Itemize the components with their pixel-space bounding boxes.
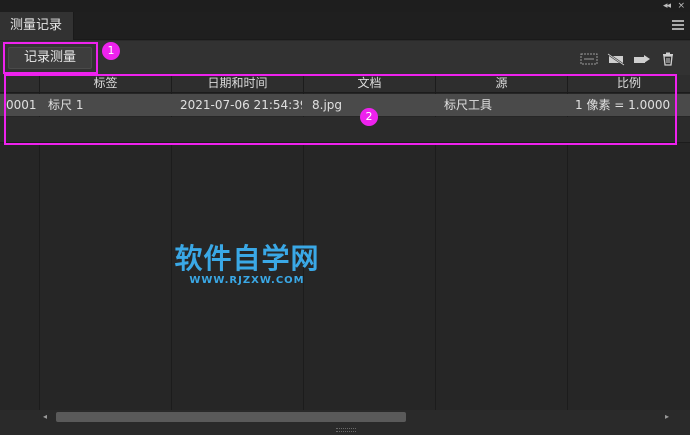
scroll-right-icon[interactable]: ▸ [665,410,669,424]
horizontal-scrollbar[interactable]: ◂ ▸ [40,410,672,424]
clear-measurements-icon[interactable] [607,52,625,66]
callout-badge-1: 1 [102,42,120,60]
panel-menu-icon[interactable] [672,20,684,30]
resize-grip-icon[interactable] [336,428,356,432]
select-columns-icon[interactable] [580,52,598,66]
close-panel-icon[interactable]: × [677,0,685,12]
callout-badge-2: 2 [360,108,378,126]
panel-top-strip: ◂◂ × [0,0,690,12]
export-measurements-icon[interactable] [633,52,651,66]
scroll-left-icon[interactable]: ◂ [43,410,47,424]
watermark-url: WWW.RJZXW.COM [189,275,305,286]
panel-tab-bar: 测量记录 [0,12,690,40]
watermark-title: 软件自学网 [174,242,320,275]
watermark: 软件自学网 WWW.RJZXW.COM [172,243,322,287]
delete-icon[interactable] [661,52,675,66]
scrollbar-thumb[interactable] [56,412,406,422]
collapse-panel-icon[interactable]: ◂◂ [663,0,671,12]
callout-frame-2 [4,74,677,145]
tab-measurement-log[interactable]: 测量记录 [0,12,74,40]
callout-frame-1 [3,42,98,74]
